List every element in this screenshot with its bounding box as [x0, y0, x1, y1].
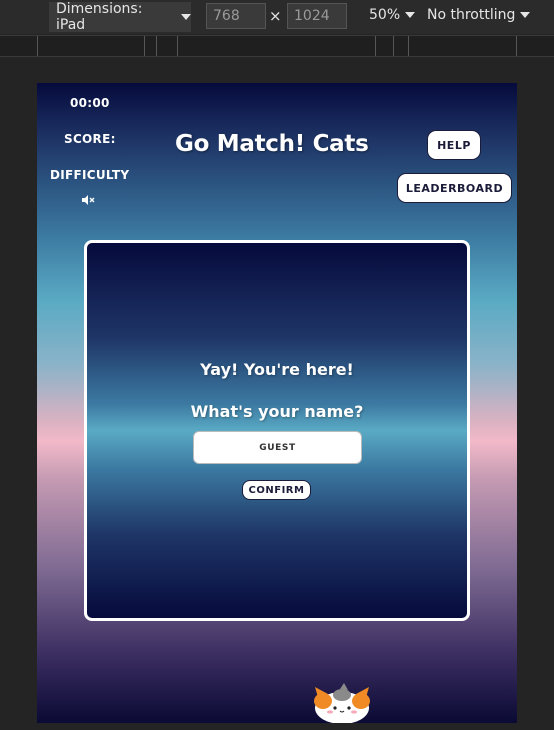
- chevron-down-icon: [520, 12, 531, 18]
- height-input[interactable]: 1024: [287, 3, 347, 29]
- width-input[interactable]: 768: [206, 3, 266, 29]
- zoom-label: 50%: [369, 7, 401, 23]
- ruler-tick: [516, 36, 517, 56]
- greeting-text: Yay! You're here!: [200, 360, 354, 379]
- throttling-dropdown[interactable]: No throttling: [427, 7, 531, 23]
- help-button[interactable]: HELP: [427, 130, 481, 160]
- ruler-tick: [177, 36, 178, 56]
- name-question: What's your name?: [190, 402, 364, 421]
- ruler-tick: [156, 36, 157, 56]
- confirm-button[interactable]: CONFIRM: [242, 480, 311, 500]
- media-query-ruler: [0, 35, 554, 57]
- devtools-device-toolbar: Dimensions: iPad 768 × 1024 50% No throt…: [0, 0, 554, 34]
- name-entry-modal: Yay! You're here! What's your name?: [84, 240, 470, 621]
- ruler-tick: [393, 36, 394, 56]
- zoom-dropdown[interactable]: 50%: [369, 7, 416, 23]
- dimensions-label: Dimensions: iPad: [56, 1, 143, 33]
- timer: 00:00: [70, 96, 110, 110]
- game-title: Go Match! Cats: [175, 131, 369, 157]
- muted-speaker-icon[interactable]: [81, 194, 95, 206]
- ruler-tick: [375, 36, 376, 56]
- cat-mascot-icon: [314, 683, 370, 723]
- chevron-down-icon: [405, 12, 416, 18]
- ruler-tick: [144, 36, 145, 56]
- difficulty-label: DIFFICULTY: [50, 168, 130, 182]
- device-viewport: 00:00 SCORE: DIFFICULTY Go Match! Cats H…: [37, 83, 517, 723]
- dimensions-dropdown[interactable]: Dimensions: iPad: [49, 1, 191, 33]
- ruler-tick: [408, 36, 409, 56]
- throttling-label: No throttling: [427, 7, 516, 23]
- leaderboard-button[interactable]: LEADERBOARD: [397, 173, 512, 203]
- times-separator: ×: [269, 7, 282, 25]
- score-label: SCORE:: [64, 132, 116, 146]
- chevron-down-icon: [181, 14, 191, 20]
- ruler-tick: [37, 36, 38, 56]
- name-input[interactable]: [193, 431, 362, 464]
